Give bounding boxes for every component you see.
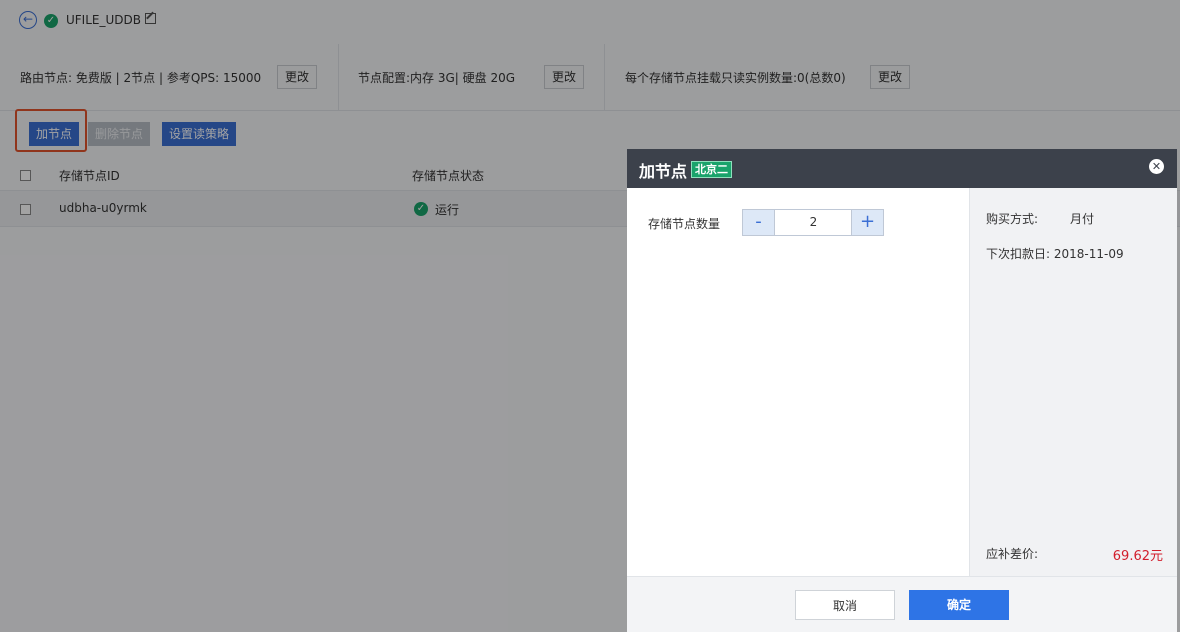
confirm-button[interactable]: 确定 <box>909 590 1009 620</box>
purchase-method-value: 月付 <box>1070 212 1095 226</box>
dialog-form: 存储节点数量 - 2 + <box>627 188 969 576</box>
purchase-method-label: 购买方式: <box>986 212 1039 226</box>
decrement-button[interactable]: - <box>743 210 775 235</box>
cancel-button[interactable]: 取消 <box>795 590 895 620</box>
dialog-header: 加节点 北京二 ✕ <box>627 149 1177 188</box>
dialog-footer: 取消 确定 <box>627 576 1177 632</box>
quantity-stepper: - 2 + <box>742 209 884 236</box>
increment-button[interactable]: + <box>851 210 883 235</box>
next-charge-date: 下次扣款日: 2018-11-09 <box>986 247 1124 261</box>
price-diff-label: 应补差价: <box>986 547 1039 561</box>
billing-summary: 购买方式: 月付 下次扣款日: 2018-11-09 应补差价: 69.62元 <box>969 188 1177 576</box>
quantity-label: 存储节点数量 <box>648 217 721 231</box>
price-diff-value: 69.62元 <box>1112 549 1163 564</box>
add-node-dialog: 加节点 北京二 ✕ 存储节点数量 - 2 + 购买方式: 月付 下次扣款日: 2… <box>627 149 1177 632</box>
region-badge: 北京二 <box>691 161 732 178</box>
dialog-title: 加节点 <box>639 162 688 181</box>
close-icon[interactable]: ✕ <box>1149 159 1164 174</box>
quantity-input[interactable]: 2 <box>775 210 852 235</box>
